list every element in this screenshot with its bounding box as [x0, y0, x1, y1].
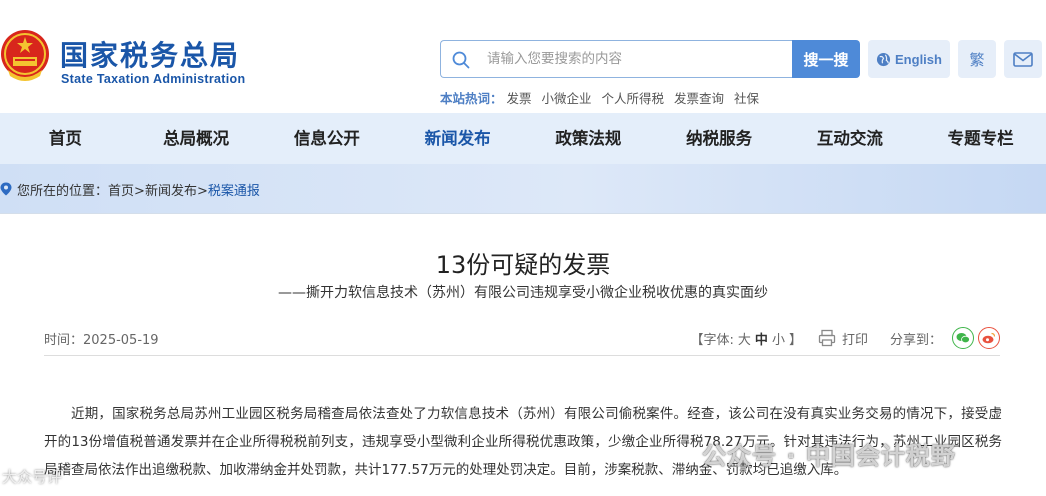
- site-name-english[interactable]: State Taxation Administration: [61, 72, 245, 86]
- hot-search-item[interactable]: 发票: [507, 91, 532, 106]
- search-icon: [452, 51, 470, 69]
- watermark-corner: 大众号评: [2, 468, 63, 486]
- hot-search: 本站热词： 发票 小微企业 个人所得税 发票查询 社保: [440, 88, 765, 107]
- mail-icon: [1013, 51, 1033, 67]
- share-wechat-button[interactable]: [952, 327, 974, 349]
- article-tools: 【字体: 大中小】 打印 分享到：: [689, 326, 1000, 350]
- national-emblem-icon[interactable]: [0, 28, 50, 86]
- breadcrumb-current[interactable]: 税案通报: [208, 184, 260, 199]
- nav-item-home[interactable]: 首页: [0, 113, 131, 164]
- weibo-icon: [982, 332, 996, 344]
- search-box[interactable]: [440, 40, 793, 78]
- site-name[interactable]: 国家税务总局: [60, 34, 240, 74]
- nav-item-disclosure[interactable]: 信息公开: [262, 113, 393, 164]
- print-button[interactable]: 打印: [842, 329, 868, 348]
- hot-search-item[interactable]: 个人所得税: [602, 91, 665, 106]
- breadcrumb-bar: 您所在的位置：首页>新闻发布>税案通报: [0, 164, 1046, 214]
- article-subtitle: ——撕开力软信息技术（苏州）有限公司违规享受小微企业税收优惠的真实面纱: [278, 285, 768, 301]
- hot-search-label: 本站热词：: [440, 91, 503, 106]
- watermark: 公众号 · 中国会计税野: [702, 442, 956, 470]
- search-button[interactable]: 搜一搜: [792, 40, 860, 78]
- breadcrumb-separator: >: [196, 184, 208, 199]
- site-header: 国家税务总局 State Taxation Administration 搜一搜…: [0, 0, 1046, 113]
- mail-button[interactable]: [1004, 40, 1042, 78]
- hot-search-item[interactable]: 社保: [734, 91, 759, 106]
- breadcrumb-prefix: 您所在的位置：: [17, 184, 109, 199]
- nav-item-interaction[interactable]: 互动交流: [785, 113, 916, 164]
- nav-item-policy[interactable]: 政策法规: [523, 113, 654, 164]
- font-medium-button[interactable]: 中: [755, 333, 768, 348]
- breadcrumb: 您所在的位置：首页>新闻发布>税案通报: [17, 180, 260, 199]
- nav-item-tax-service[interactable]: 纳税服务: [654, 113, 785, 164]
- article-title: 13份可疑的发票: [435, 251, 611, 279]
- print-icon[interactable]: [818, 329, 836, 347]
- breadcrumb-separator: >: [134, 184, 145, 199]
- nav-item-overview[interactable]: 总局概况: [131, 113, 262, 164]
- globe-icon: [876, 52, 891, 66]
- english-button-label: English: [895, 51, 942, 67]
- nav-item-topics[interactable]: 专题专栏: [915, 113, 1046, 164]
- breadcrumb-home[interactable]: 首页: [108, 184, 134, 199]
- font-large-button[interactable]: 大: [738, 333, 751, 348]
- font-label: 【字体:: [690, 332, 734, 348]
- article-date: 时间：2025-05-19: [44, 333, 159, 348]
- breadcrumb-section[interactable]: 新闻发布: [145, 184, 197, 199]
- wechat-icon: [956, 333, 970, 344]
- nav-item-news[interactable]: 新闻发布: [392, 113, 523, 164]
- hot-search-item[interactable]: 小微企业: [542, 91, 592, 106]
- location-pin-icon: [0, 182, 12, 196]
- search-input[interactable]: [487, 41, 787, 77]
- share-weibo-button[interactable]: [978, 327, 1000, 349]
- traditional-chinese-button[interactable]: 繁: [958, 40, 996, 78]
- share-label: 分享到：: [889, 332, 942, 348]
- article-meta: 时间：2025-05-19 【字体: 大中小】 打印 分享到：: [44, 322, 1000, 356]
- english-button[interactable]: English: [868, 40, 950, 78]
- font-label-close: 】: [788, 332, 802, 348]
- main-nav: 首页 总局概况 信息公开 新闻发布 政策法规 纳税服务 互动交流 专题专栏: [0, 113, 1046, 164]
- font-size-control: 【字体: 大中小】: [689, 329, 804, 348]
- hot-search-item[interactable]: 发票查询: [674, 91, 724, 106]
- font-small-button[interactable]: 小: [772, 333, 785, 348]
